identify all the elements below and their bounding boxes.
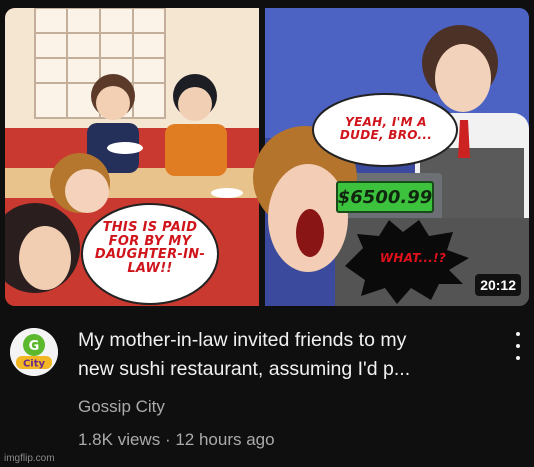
svg-text:City: City xyxy=(23,359,46,370)
more-options-kebab-icon[interactable] xyxy=(510,332,526,360)
svg-text:G: G xyxy=(29,339,40,354)
imgflip-watermark: imgflip.com xyxy=(4,453,55,464)
thumbnail-left-bubble-text: THIS IS PAID FOR BY MY DAUGHTER-IN-LAW!! xyxy=(94,220,206,276)
video-title-line-2[interactable]: new sushi restaurant, assuming I'd p... xyxy=(78,355,498,384)
upload-age: 12 hours ago xyxy=(175,430,275,449)
thumbnail-right-bubble-text: YEAH, I'M A DUDE, BRO... xyxy=(339,115,433,142)
kebab-dot xyxy=(516,344,520,348)
view-count: 1.8K views xyxy=(78,430,161,449)
video-metadata: 1.8K views · 12 hours ago xyxy=(78,430,275,450)
thumbnail-price-display: $6500.99 xyxy=(336,181,434,213)
video-title-line-1[interactable]: My mother-in-law invited friends to my xyxy=(78,326,498,355)
meta-separator: · xyxy=(164,430,171,449)
video-title[interactable]: My mother-in-law invited friends to my n… xyxy=(78,326,498,384)
video-thumbnail[interactable]: THIS IS PAID FOR BY MY DAUGHTER-IN-LAW!!… xyxy=(5,8,529,306)
channel-avatar[interactable]: G City xyxy=(10,328,58,376)
kebab-dot xyxy=(516,356,520,360)
kebab-dot xyxy=(516,332,520,336)
video-duration-badge: 20:12 xyxy=(475,274,521,296)
thumbnail-exclaim-text: WHAT...!? xyxy=(379,251,447,265)
gossip-city-logo-icon: G City xyxy=(10,328,58,376)
channel-name[interactable]: Gossip City xyxy=(78,397,165,417)
